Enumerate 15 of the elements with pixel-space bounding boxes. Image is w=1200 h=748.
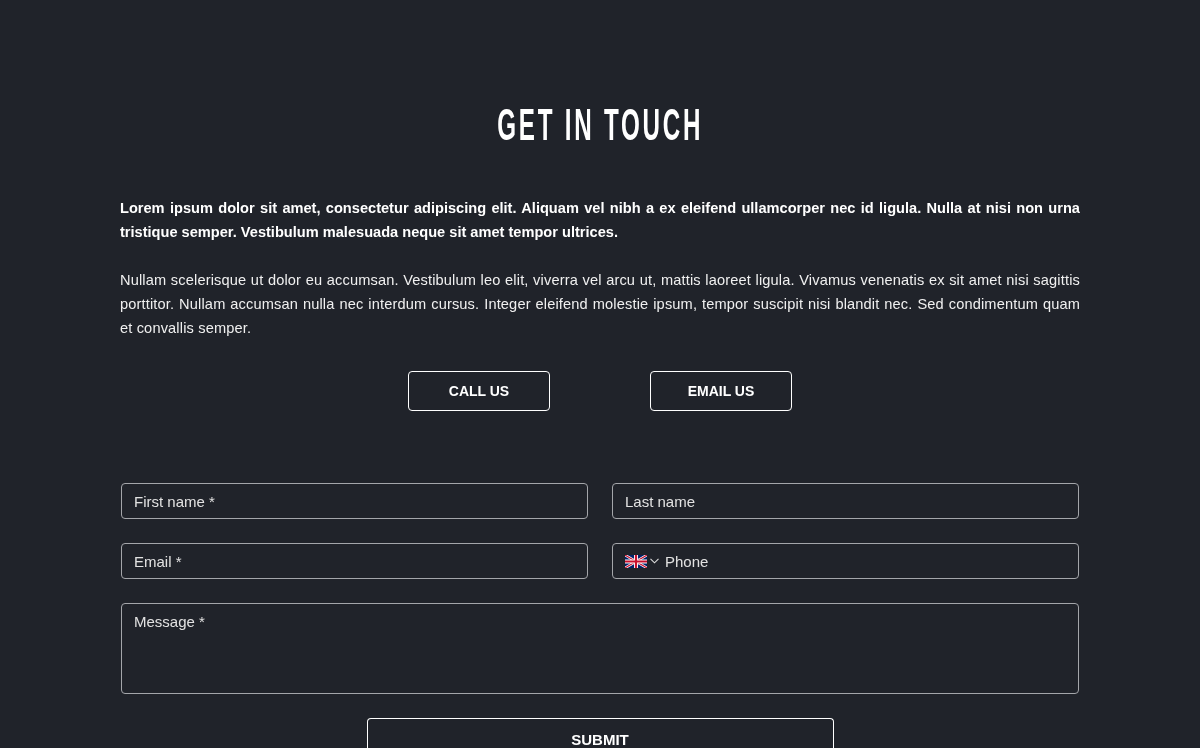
message-field[interactable]: Message * — [121, 603, 1079, 694]
chevron-down-icon — [650, 558, 659, 564]
intro-lead-paragraph: Lorem ipsum dolor sit amet, consectetur adipiscing elit. Aliquam vel nibh a ex eleifend ullamcorper nec id ligula. Nulla at nisi non urna tristique semper. Vestibulum malesuada neque sit amet tempor ultrices. — [120, 199, 1080, 242]
input-field[interactable]: Email * — [121, 543, 588, 579]
flag-icon — [625, 554, 647, 568]
input-field[interactable]: Last name — [612, 483, 1079, 519]
page-title: GET IN TOUCH — [497, 100, 703, 150]
phone-number-input[interactable]: Phone — [665, 546, 1066, 576]
phone-field[interactable]: Phone — [612, 543, 1079, 579]
input-field[interactable]: First name * — [121, 483, 588, 519]
call-us-button[interactable]: CALL US — [408, 371, 550, 411]
country-select[interactable] — [625, 554, 659, 568]
intro-body-paragraph: Nullam scelerisque ut dolor eu accumsan. Vestibulum leo elit, viverra vel arcu ut, mattis laoreet ligula. Vivamus venenatis ex sit amet nisi sagittis porttitor. Nullam accumsan nulla nec interdum cursus. Integer eleifend molestie ipsum, tempor suscipit nisi blandit nec. Sed condimentum quam et convallis semper. — [120, 271, 1080, 338]
email-us-button[interactable]: EMAIL US — [650, 371, 792, 411]
submit-button[interactable]: SUBMIT — [366, 718, 834, 748]
